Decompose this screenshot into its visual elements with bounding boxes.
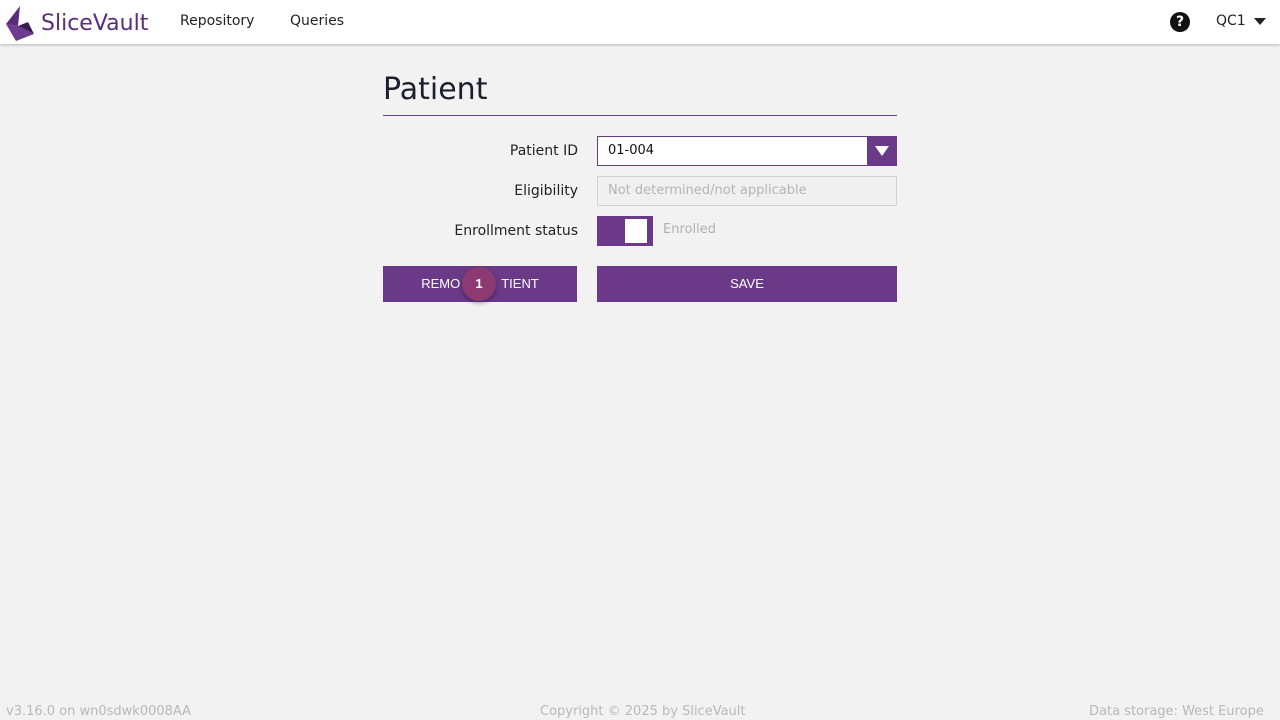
remove-button-label-start: REMO	[421, 276, 461, 291]
patient-id-value: 01-004	[608, 143, 655, 158]
step-marker-badge: 1	[462, 267, 496, 301]
help-icon[interactable]: ?	[1170, 12, 1190, 32]
save-button[interactable]: SAVE	[597, 266, 897, 302]
dropdown-arrow-icon[interactable]	[867, 137, 896, 165]
brand-logo[interactable]: SliceVault	[4, 4, 148, 42]
page-title: Patient	[383, 72, 488, 107]
footer-data-storage: Data storage: West Europe	[1089, 704, 1264, 719]
slicevault-logo-icon	[6, 6, 34, 41]
remove-button-label-end: TIENT	[501, 276, 539, 291]
patient-id-label: Patient ID	[509, 143, 578, 159]
caret-down-icon	[1253, 17, 1266, 25]
enrollment-status-label: Enrollment status	[454, 223, 578, 239]
eligibility-label: Eligibility	[514, 183, 578, 199]
footer-version: v3.16.0 on wn0sdwk0008AA	[6, 704, 192, 719]
toggle-knob	[625, 219, 647, 243]
title-divider	[383, 115, 897, 116]
enrollment-status-value: Enrolled	[663, 222, 716, 237]
nav-repository[interactable]: Repository	[180, 13, 254, 29]
footer-copyright: Copyright © 2025 by SliceVault	[540, 704, 746, 719]
eligibility-field: Not determined/not applicable	[597, 176, 897, 206]
brand-name: SliceVault	[41, 10, 149, 36]
user-menu[interactable]: QC1	[1216, 13, 1266, 29]
eligibility-value: Not determined/not applicable	[608, 183, 807, 198]
top-bar: SliceVault Repository Queries ? QC1	[0, 0, 1280, 44]
user-label: QC1	[1216, 13, 1246, 29]
patient-id-select[interactable]: 01-004	[597, 136, 897, 166]
nav-queries[interactable]: Queries	[290, 13, 344, 29]
enrollment-toggle[interactable]	[597, 216, 653, 246]
